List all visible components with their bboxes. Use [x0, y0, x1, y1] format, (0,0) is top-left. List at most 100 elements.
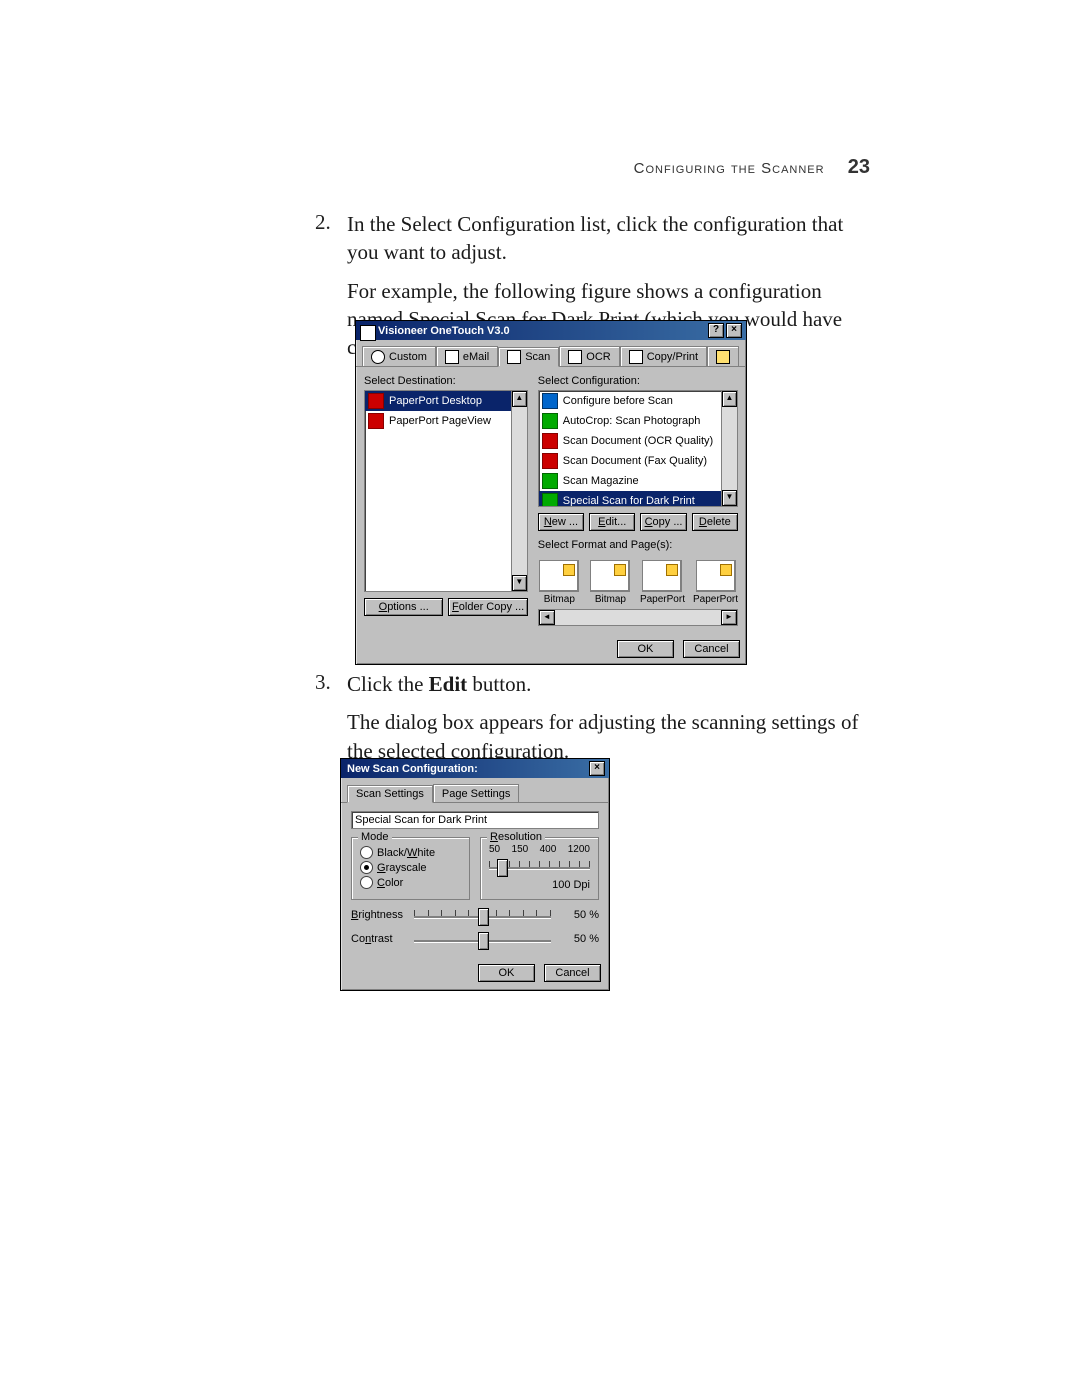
scroll-down-icon[interactable]: ▼ [722, 490, 737, 506]
format-paperport-1[interactable]: PaperPort [640, 560, 685, 605]
titlebar[interactable]: Visioneer OneTouch V3.0 ? × [356, 321, 746, 340]
paperport-icon [368, 393, 384, 409]
brightness-value: 50 % [559, 909, 599, 921]
step-number: 2. [315, 210, 347, 372]
mode-group: Mode Black/White Grayscale Color [351, 837, 470, 900]
brightness-row: Brightness 50 % [351, 906, 599, 924]
step2-p1: In the Select Configuration list, click … [347, 210, 880, 267]
copy-button[interactable]: Copy ... [640, 513, 686, 531]
app-icon [360, 325, 376, 341]
new-button[interactable]: New ... [538, 513, 584, 531]
cfg-configure-before-scan[interactable]: Configure before Scan [539, 391, 737, 411]
cfg-ocr-quality[interactable]: Scan Document (OCR Quality) [539, 431, 737, 451]
mail-icon [445, 350, 459, 364]
cfg-special-dark-print[interactable]: Special Scan for Dark Print [539, 491, 737, 507]
brightness-slider[interactable] [414, 906, 551, 924]
close-button[interactable]: × [726, 323, 742, 338]
onetouch-dialog: Visioneer OneTouch V3.0 ? × Custom eMail… [355, 320, 747, 665]
scroll-up-icon[interactable]: ▲ [512, 391, 527, 407]
select-format-label: Select Format and Page(s): [538, 539, 738, 551]
window-title: New Scan Configuration: [345, 763, 587, 775]
cancel-button[interactable]: Cancel [683, 640, 740, 658]
format-bitmap-2[interactable]: Bitmap [589, 560, 632, 605]
resolution-group: Resolution 50 150 400 1200 100 Dpi [480, 837, 599, 900]
tab-strip: Custom eMail Scan OCR Copy/Print [356, 340, 746, 367]
tab-folder[interactable] [707, 346, 739, 366]
bitmap-icon [539, 560, 579, 592]
options-button[interactable]: Options ... [364, 598, 443, 616]
scroll-left-icon[interactable]: ◄ [539, 610, 555, 625]
radio-bw[interactable]: Black/White [360, 846, 461, 859]
dest-paperport-pageview[interactable]: PaperPort PageView [365, 411, 527, 431]
radio-icon [360, 846, 373, 859]
slider-thumb[interactable] [478, 908, 489, 926]
select-destination-label: Select Destination: [364, 375, 528, 387]
scrollbar[interactable]: ▲ ▼ [511, 391, 527, 591]
ok-button[interactable]: OK [478, 964, 535, 982]
scroll-right-icon[interactable]: ► [721, 610, 737, 625]
resolution-slider[interactable] [489, 857, 590, 875]
edit-button[interactable]: Edit... [589, 513, 635, 531]
folder-icon [716, 350, 730, 364]
scroll-down-icon[interactable]: ▼ [512, 575, 527, 591]
tab-ocr[interactable]: OCR [559, 346, 619, 366]
scroll-up-icon[interactable]: ▲ [722, 391, 737, 407]
delete-button[interactable]: Delete [692, 513, 738, 531]
tab-email[interactable]: eMail [436, 346, 498, 366]
tab-page-settings[interactable]: Page Settings [433, 784, 520, 802]
tab-custom[interactable]: Custom [362, 346, 436, 366]
tab-scan-settings[interactable]: Scan Settings [347, 785, 433, 803]
cfg-scan-magazine[interactable]: Scan Magazine [539, 471, 737, 491]
dialog-footer: OK Cancel [341, 956, 609, 990]
config-icon [542, 453, 558, 469]
contrast-slider[interactable] [414, 930, 551, 948]
resolution-label: Resolution [487, 831, 545, 843]
tab-scan[interactable]: Scan [498, 347, 559, 367]
config-icon [542, 413, 558, 429]
config-icon [542, 433, 558, 449]
contrast-value: 50 % [559, 933, 599, 945]
page: Configuring the Scanner 23 2. In the Sel… [0, 0, 1080, 1397]
cancel-button[interactable]: Cancel [544, 964, 601, 982]
section-title: Configuring the Scanner [634, 160, 825, 177]
configuration-list[interactable]: Configure before Scan AutoCrop: Scan Pho… [538, 390, 738, 507]
config-icon [542, 393, 558, 409]
radio-grayscale[interactable]: Grayscale [360, 861, 461, 874]
dest-paperport-desktop[interactable]: PaperPort Desktop [365, 391, 527, 411]
paperport-icon [368, 413, 384, 429]
tab-strip: Scan Settings Page Settings [341, 778, 609, 803]
select-configuration-label: Select Configuration: [538, 375, 738, 387]
scrollbar[interactable]: ▲ ▼ [721, 391, 737, 506]
close-button[interactable]: × [589, 761, 605, 776]
contrast-row: Contrast 50 % [351, 930, 599, 948]
cfg-fax-quality[interactable]: Scan Document (Fax Quality) [539, 451, 737, 471]
help-button[interactable]: ? [708, 323, 724, 338]
slider-thumb[interactable] [478, 932, 489, 950]
ok-button[interactable]: OK [617, 640, 674, 658]
config-icon [542, 473, 558, 489]
radio-icon [360, 861, 373, 874]
cfg-autocrop[interactable]: AutoCrop: Scan Photograph [539, 411, 737, 431]
dialog-footer: OK Cancel [356, 634, 746, 664]
format-paperport-2[interactable]: PaperPort [693, 560, 738, 605]
paperport-multi-icon [696, 560, 736, 592]
page-number: 23 [848, 156, 870, 178]
printer-icon [507, 350, 521, 364]
titlebar[interactable]: New Scan Configuration: × [341, 759, 609, 778]
window-title: Visioneer OneTouch V3.0 [360, 325, 706, 337]
format-scrollbar[interactable]: ◄ ► [538, 609, 738, 626]
format-bitmap-1[interactable]: Bitmap [538, 560, 581, 605]
copy-icon [629, 350, 643, 364]
tab-copyprint[interactable]: Copy/Print [620, 346, 707, 366]
folder-copy-button[interactable]: Folder Copy ... [448, 598, 527, 616]
config-name-input[interactable] [351, 811, 599, 829]
resolution-value: 100 Dpi [489, 879, 590, 891]
slider-thumb[interactable] [497, 859, 508, 877]
step3-p2: The dialog box appears for adjusting the… [347, 708, 880, 765]
new-scan-config-dialog: New Scan Configuration: × Scan Settings … [340, 758, 610, 991]
running-header: Configuring the Scanner 23 [634, 156, 870, 179]
radio-color[interactable]: Color [360, 876, 461, 889]
mode-label: Mode [358, 831, 392, 843]
destination-list[interactable]: PaperPort Desktop PaperPort PageView ▲ ▼ [364, 390, 528, 592]
bitmap-multi-icon [590, 560, 630, 592]
